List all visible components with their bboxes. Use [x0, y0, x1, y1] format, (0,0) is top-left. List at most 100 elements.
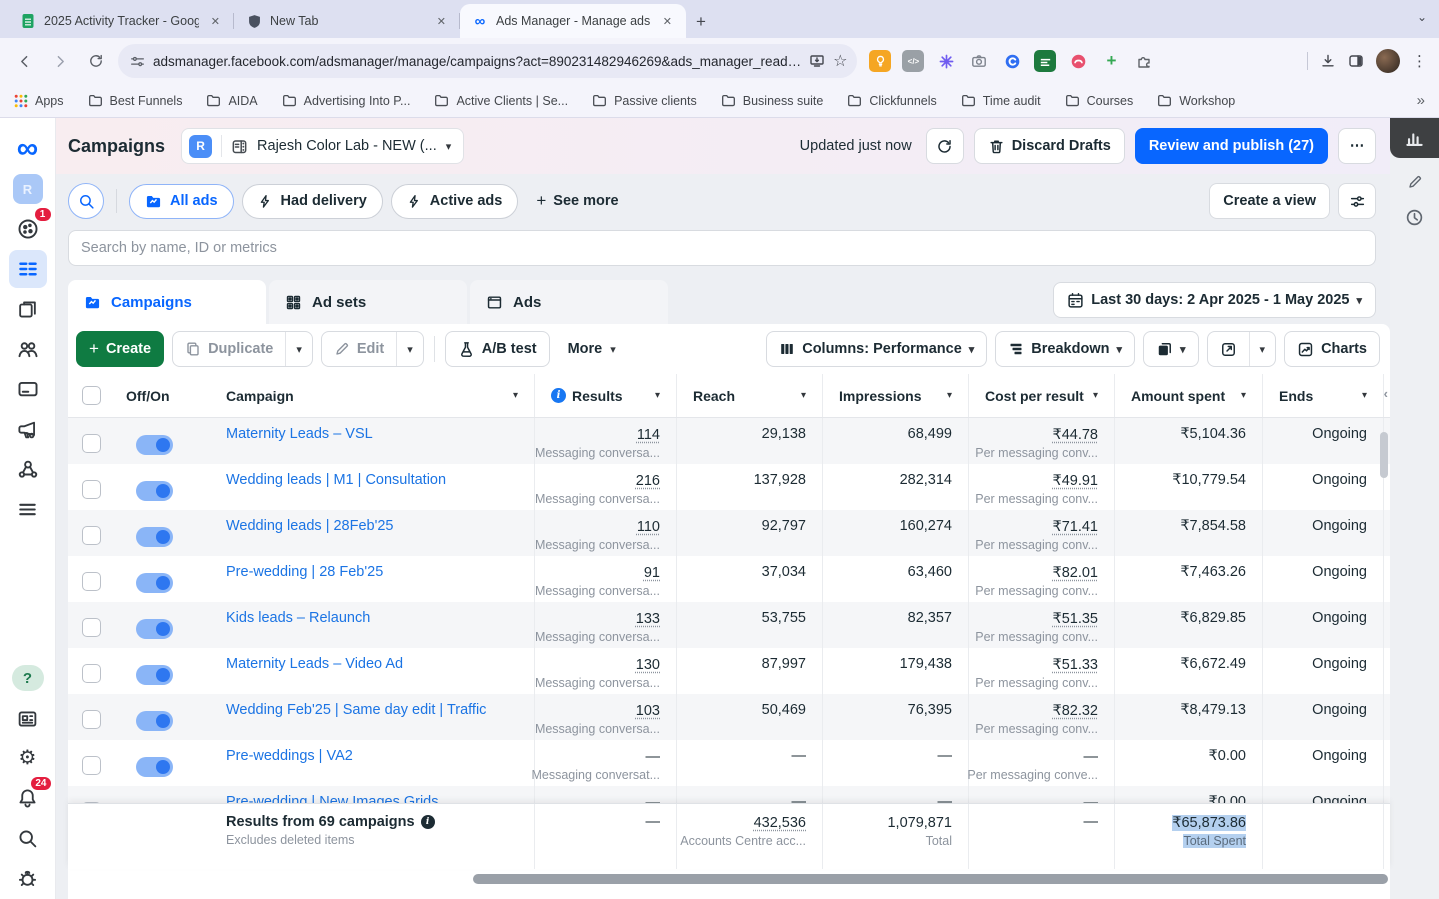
extension-burst-icon[interactable] — [935, 50, 957, 72]
campaign-toggle[interactable] — [136, 711, 173, 731]
rail-org-icon[interactable] — [9, 450, 47, 488]
reports-button[interactable]: ▾ — [1143, 331, 1199, 367]
campaign-link[interactable]: Pre-wedding | 28 Feb'25 — [226, 564, 383, 580]
campaign-toggle[interactable] — [136, 573, 173, 593]
address-bar[interactable]: adsmanager.facebook.com/adsmanager/manag… — [118, 44, 858, 78]
bookmark-item[interactable]: Advertising Into P... — [282, 93, 410, 108]
bookmark-item[interactable]: Business suite — [721, 93, 823, 108]
extension-plus-green-icon[interactable]: + — [1100, 50, 1122, 72]
profile-avatar[interactable] — [1376, 49, 1400, 73]
campaign-link[interactable]: Wedding leads | M1 | Consultation — [226, 472, 446, 488]
filter-chip[interactable]: Active ads — [390, 183, 519, 219]
export-button[interactable] — [1208, 332, 1249, 366]
col-campaign[interactable]: Campaign ▾ — [210, 374, 534, 417]
rail-bell-icon[interactable]: 24 — [9, 777, 51, 817]
rail-pages-icon[interactable] — [9, 290, 47, 328]
extension-puzzle-icon[interactable] — [1133, 50, 1155, 72]
insights-chart-icon[interactable] — [1390, 118, 1439, 158]
row-checkbox[interactable] — [81, 434, 101, 453]
rail-cookie-icon[interactable]: 1 — [9, 208, 51, 248]
breakdown-button[interactable]: Breakdown ▾ — [995, 331, 1135, 367]
rail-search-icon[interactable] — [9, 819, 47, 857]
search-input[interactable] — [81, 240, 1363, 256]
new-tab-button[interactable]: + — [696, 12, 706, 32]
bookmark-item[interactable]: Active Clients | Se... — [434, 93, 568, 108]
account-selector[interactable]: R Rajesh Color Lab - NEW (... ▾ — [181, 128, 465, 164]
bookmark-item[interactable]: Time audit — [961, 93, 1041, 108]
rail-card-icon[interactable] — [9, 370, 47, 408]
tab-ads[interactable]: Ads — [470, 280, 668, 324]
url-text[interactable]: adsmanager.facebook.com/adsmanager/manag… — [153, 54, 801, 69]
horizontal-scrollbar[interactable] — [68, 871, 1390, 887]
discard-drafts-button[interactable]: Discard Drafts — [973, 128, 1125, 164]
campaign-toggle[interactable] — [136, 665, 173, 685]
forward-icon[interactable] — [46, 47, 74, 75]
filter-chip[interactable]: Had delivery — [241, 183, 383, 219]
col-cost-per-result[interactable]: Cost per result ▾ — [968, 374, 1114, 417]
bookmark-item[interactable]: Passive clients — [592, 93, 697, 108]
rail-menu-icon[interactable] — [9, 490, 47, 528]
tab-close-icon[interactable]: ✕ — [207, 13, 224, 30]
campaign-toggle[interactable] — [136, 757, 173, 777]
bookmark-item[interactable]: AIDA — [206, 93, 258, 108]
campaign-link[interactable]: Kids leads – Relaunch — [226, 610, 370, 626]
pin-columns-icon[interactable]: ‹ — [1384, 386, 1388, 401]
bookmark-star-icon[interactable]: ☆ — [833, 51, 847, 71]
campaign-toggle[interactable] — [136, 435, 173, 455]
rail-people-icon[interactable] — [9, 330, 47, 368]
campaign-link[interactable]: Wedding leads | 28Feb'25 — [226, 518, 394, 534]
filter-chip[interactable]: All ads — [129, 183, 234, 219]
bookmarks-overflow-icon[interactable]: » — [1417, 92, 1425, 109]
col-reach[interactable]: Reach ▾ — [676, 374, 822, 417]
campaign-link[interactable]: Maternity Leads – VSL — [226, 426, 373, 442]
date-range-button[interactable]: Last 30 days: 2 Apr 2025 - 1 May 2025 ▾ — [1053, 282, 1376, 318]
select-all-checkbox[interactable] — [81, 386, 101, 405]
browser-tab[interactable]: New Tab ✕ — [234, 4, 460, 38]
row-checkbox[interactable] — [81, 572, 101, 591]
browser-menu-icon[interactable]: ⋮ — [1412, 52, 1427, 70]
bookmark-item[interactable]: Clickfunnels — [847, 93, 937, 108]
campaign-link[interactable]: Wedding Feb'25 | Same day edit | Traffic — [226, 702, 486, 718]
downloads-icon[interactable] — [1320, 53, 1336, 69]
extension-lightbulb-icon[interactable] — [869, 50, 892, 72]
refresh-button[interactable] — [925, 128, 964, 164]
tab-close-icon[interactable]: ✕ — [433, 13, 450, 30]
edit-menu-button[interactable]: ▾ — [396, 332, 423, 366]
tab-campaigns[interactable]: Campaigns — [68, 280, 266, 324]
tab-search-icon[interactable]: ⌄ — [1417, 10, 1427, 24]
duplicate-menu-button[interactable]: ▾ — [285, 332, 312, 366]
rail-help-icon[interactable]: ? — [9, 659, 47, 697]
row-checkbox[interactable] — [81, 710, 101, 729]
rail-bug-icon[interactable] — [9, 859, 47, 897]
more-button[interactable]: More ▾ — [558, 341, 626, 357]
extension-circle-swirl-icon[interactable] — [1067, 50, 1089, 72]
create-view-button[interactable]: Create a view — [1209, 183, 1330, 219]
export-menu-button[interactable]: ▾ — [1248, 332, 1276, 366]
campaign-toggle[interactable] — [136, 527, 173, 547]
row-checkbox[interactable] — [81, 756, 101, 775]
rail-campaigns-icon[interactable] — [8, 250, 47, 288]
activity-history-icon[interactable] — [1405, 208, 1424, 227]
duplicate-button[interactable]: Duplicate — [173, 332, 285, 366]
rail-meta-logo-icon[interactable]: ∞ — [9, 130, 47, 168]
columns-button[interactable]: Columns: Performance ▾ — [766, 331, 988, 367]
filter-search-button[interactable] — [68, 183, 104, 219]
bookmark-item[interactable]: Courses — [1065, 93, 1133, 108]
row-checkbox[interactable] — [81, 664, 101, 683]
scrollbar-thumb[interactable] — [473, 874, 1388, 884]
col-results[interactable]: i Results ▾ — [534, 374, 676, 417]
campaign-toggle[interactable] — [136, 481, 173, 501]
rail-gear-icon[interactable]: ⚙ — [9, 739, 47, 777]
review-publish-button[interactable]: Review and publish (27) — [1134, 128, 1328, 164]
tab-ad-sets[interactable]: Ad sets — [269, 280, 467, 324]
install-app-icon[interactable] — [809, 53, 825, 69]
col-offon[interactable]: Off/On — [114, 374, 210, 417]
campaign-link[interactable]: Pre-weddings | VA2 — [226, 748, 353, 764]
bookmark-item[interactable]: Apps — [14, 94, 64, 108]
bookmark-item[interactable]: Best Funnels — [88, 93, 182, 108]
rail-megaphone-icon[interactable] — [9, 410, 47, 448]
row-checkbox[interactable] — [81, 618, 101, 637]
more-options-button[interactable]: ⋯ — [1338, 128, 1376, 164]
extension-circle-c-icon[interactable] — [1001, 50, 1023, 72]
extension-code-icon[interactable]: </> — [902, 50, 925, 72]
